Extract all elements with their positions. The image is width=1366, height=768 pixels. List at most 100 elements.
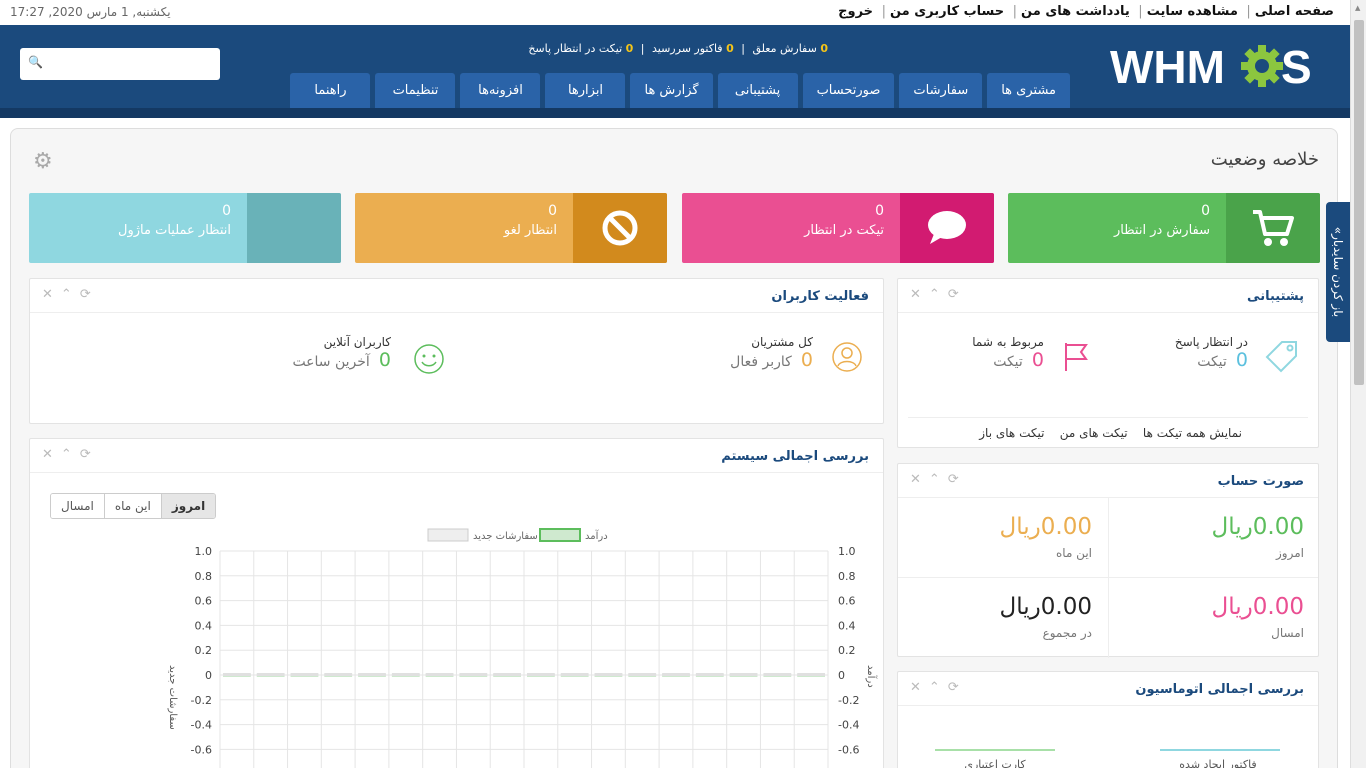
tab-this-month[interactable]: این ماه [104, 494, 162, 518]
nav-reports[interactable]: گزارش ها [630, 73, 713, 108]
chart-legend-swatch [427, 528, 469, 542]
chart-bar [324, 673, 353, 676]
user-icon [832, 342, 862, 372]
close-icon[interactable]: ✕ [910, 472, 921, 487]
pending-orders-count: 0 [820, 42, 828, 55]
stat-pending-tickets[interactable]: 0 تیکت در انتظار [682, 193, 994, 263]
overview-panel: بررسی اجمالی سیستم ✕ ⌃ ⟳ امسال این ماه ا… [29, 438, 884, 768]
header: WHM S 0 سفارش معلق | 0 فاکتور سررسید | 0… [0, 25, 1350, 118]
chart-y-axis-label-left: سفارشات جدید [167, 665, 178, 730]
gear-icon[interactable]: ⚙ [33, 149, 53, 174]
logo-text-w: WHM [1110, 41, 1225, 91]
top-bar: صفحه اصلی| مشاهده سایت| یادداشت های من| … [0, 0, 1350, 25]
collapse-icon[interactable]: ⌃ [61, 447, 72, 462]
close-icon[interactable]: ✕ [42, 447, 53, 462]
billing-month-amount: 0.00ریال [999, 514, 1092, 540]
my-account-link[interactable]: حساب کاربری من [890, 4, 1004, 19]
chart-y-tick-right: 0.6 [838, 595, 856, 608]
chart-bar [493, 673, 521, 676]
stat-value: 0 [222, 203, 231, 219]
scroll-up-arrow-icon[interactable]: ▲ [1355, 4, 1360, 12]
whmcs-logo[interactable]: WHM S [1110, 41, 1315, 91]
assigned-label: مربوط به شما [972, 335, 1044, 349]
chart-bar [425, 673, 454, 676]
collapse-icon[interactable]: ⌃ [929, 680, 940, 695]
refresh-icon[interactable]: ⟳ [80, 287, 91, 302]
nav-setup[interactable]: تنظیمات [375, 73, 456, 108]
panel-title: بررسی اجمالی اتوماسیون [1135, 682, 1304, 697]
nav-utilities[interactable]: ابزارها [545, 73, 626, 108]
view-site-link[interactable]: مشاهده سایت [1147, 4, 1238, 19]
stat-value: 0 [548, 203, 557, 219]
home-link[interactable]: صفحه اصلی [1255, 4, 1334, 19]
scrollbar-thumb[interactable] [1354, 20, 1364, 385]
assigned-unit: تیکت [993, 354, 1023, 370]
nav-orders[interactable]: سفارشات [899, 73, 983, 108]
chart-y-tick-right: 0.2 [838, 644, 856, 657]
refresh-icon[interactable]: ⟳ [80, 447, 91, 462]
automation-panel: بررسی اجمالی اتوماسیون ✕ ⌃ ⟳ فاکتور ایجا… [897, 671, 1319, 768]
chart-bar [763, 673, 792, 676]
nav-addons[interactable]: افزونه‌ها [460, 73, 541, 108]
total-clients-metric[interactable]: کل مشتریان 0 کاربر فعال [730, 335, 813, 371]
chart-y-tick-left: 0 [205, 669, 212, 682]
nav-billing[interactable]: صورتحساب [802, 73, 895, 108]
module-icon [247, 193, 341, 263]
panel-controls: ✕ ⌃ ⟳ [910, 680, 959, 695]
stat-label: تیکت در انتظار [804, 223, 884, 238]
chart-bar [527, 673, 555, 676]
chart-y-tick-right: 0.4 [838, 619, 856, 632]
chart-y-tick-right: -0.2 [838, 694, 859, 707]
assigned-metric[interactable]: مربوط به شما 0 تیکت [972, 335, 1044, 371]
nav-help[interactable]: راهنما [290, 73, 371, 108]
chart-y-tick-left: 0.2 [195, 644, 213, 657]
open-sidebar-tab[interactable]: «باز کردن ساید‌بار [1326, 202, 1350, 342]
awaiting-tickets-label[interactable]: تیکت در انتظار پاسخ [528, 42, 622, 55]
refresh-icon[interactable]: ⟳ [948, 472, 959, 487]
open-tickets-link[interactable]: تیکت های باز [979, 426, 1044, 440]
stat-pending-module-actions[interactable]: 0 انتظار عملیات ماژول [29, 193, 341, 263]
chart-y-tick-left: -0.4 [191, 719, 212, 732]
my-notes-link[interactable]: یادداشت های من [1021, 4, 1130, 19]
stat-pending-cancellations[interactable]: 0 انتظار لغو [355, 193, 667, 263]
collapse-icon[interactable]: ⌃ [929, 472, 940, 487]
chart-bar [594, 673, 623, 676]
close-icon[interactable]: ✕ [910, 287, 921, 302]
page-scrollbar[interactable]: ▲ [1350, 0, 1366, 768]
billing-year: 0.00ریال امسال [1212, 594, 1304, 640]
nav-clients[interactable]: مشتری ها [987, 73, 1070, 108]
chart-bar [459, 673, 488, 676]
close-icon[interactable]: ✕ [42, 287, 53, 302]
billing-total: 0.00ریال در مجموع [1000, 594, 1092, 640]
panel-controls: ✕ ⌃ ⟳ [42, 447, 91, 462]
chart-y-tick-left: 0.4 [195, 619, 213, 632]
tab-this-year[interactable]: امسال [51, 494, 105, 518]
stat-pending-orders[interactable]: 0 سفارش در انتظار [1008, 193, 1320, 263]
collapse-icon[interactable]: ⌃ [929, 287, 940, 302]
invoices-created-label: فاکتور ایجاد شده [1179, 758, 1257, 768]
close-icon[interactable]: ✕ [910, 680, 921, 695]
chart-y-tick-left: -0.2 [191, 694, 212, 707]
my-tickets-link[interactable]: تیکت های من [1060, 426, 1128, 440]
pending-orders-label[interactable]: سفارش معلق [752, 42, 816, 55]
online-users-unit: آخرین ساعت [292, 354, 370, 370]
tab-today[interactable]: امروز [161, 494, 216, 518]
chart-y-tick-right: -0.4 [838, 719, 859, 732]
awaiting-reply-metric[interactable]: در انتظار پاسخ 0 تیکت [1175, 335, 1248, 371]
billing-month-caption: این ماه [1056, 546, 1092, 560]
collapse-icon[interactable]: ⌃ [61, 287, 72, 302]
refresh-icon[interactable]: ⟳ [948, 680, 959, 695]
search-icon[interactable]: 🔍 [28, 55, 43, 69]
overdue-invoices-label[interactable]: فاکتور سررسید [652, 42, 723, 55]
nav-support[interactable]: پشتیبانی [717, 73, 798, 108]
logout-link[interactable]: خروج [838, 4, 873, 19]
chart-y-tick-right: 1.0 [838, 545, 856, 558]
refresh-icon[interactable]: ⟳ [948, 287, 959, 302]
panel-header: فعالیت کاربران ✕ ⌃ ⟳ [30, 279, 883, 313]
stat-value: 0 [875, 203, 884, 219]
online-users-metric[interactable]: کاربران آنلاین 0 آخرین ساعت [292, 335, 391, 371]
open-sidebar-label: «باز کردن ساید‌بار [1331, 226, 1345, 318]
all-tickets-link[interactable]: نمایش همه تیکت ها [1143, 426, 1242, 440]
search-input[interactable] [46, 52, 214, 76]
assigned-value: 0 [1031, 349, 1044, 371]
